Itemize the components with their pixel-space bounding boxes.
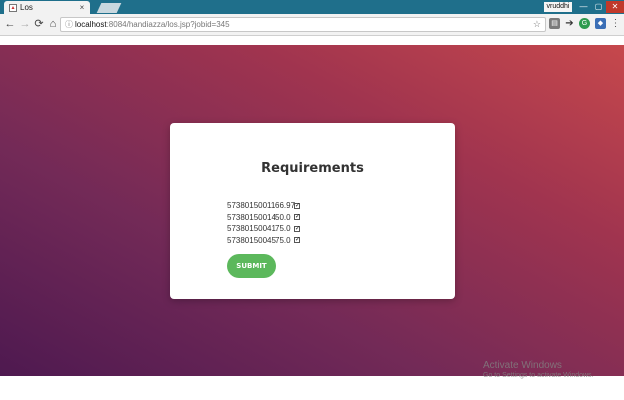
requirement-checkbox[interactable]: ✓ xyxy=(294,237,300,244)
windows-activation-watermark: Activate Windows Go to Settings to activ… xyxy=(483,360,594,379)
url-path: :8084/handiazza/los.jsp?jobid=345 xyxy=(106,20,230,29)
url-host: localhost xyxy=(75,20,107,29)
tab-bar: ▴ Los × vruddhi — ▢ ✕ xyxy=(0,0,624,14)
watermark-subtitle: Go to Settings to activate Windows. xyxy=(483,372,594,379)
requirement-score: 50.0 xyxy=(275,212,291,222)
profile-button[interactable]: vruddhi xyxy=(544,2,572,12)
requirement-checkbox[interactable]: ✓ xyxy=(294,214,300,221)
requirement-score: 75.0 xyxy=(275,224,291,234)
back-button[interactable]: ← xyxy=(3,17,17,31)
home-button[interactable]: ⌂ xyxy=(46,17,60,31)
grammarly-icon[interactable]: G xyxy=(579,18,590,29)
requirement-score: 66.97 xyxy=(275,201,296,211)
page-footer-strip xyxy=(0,376,624,400)
requirement-score: 75.0 xyxy=(275,235,291,245)
requirement-checkbox[interactable]: ✓ xyxy=(294,225,300,232)
requirements-list: 57380150011 66.97 ✓ 57380150014 50.0 ✓ 5… xyxy=(227,200,300,246)
bookmark-star-icon[interactable]: ☆ xyxy=(533,18,541,31)
list-item: 57380150041 75.0 ✓ xyxy=(227,223,300,235)
tab-title: Los xyxy=(20,3,33,12)
browser-tab[interactable]: ▴ Los × xyxy=(4,1,90,14)
requirement-id: 57380150045 xyxy=(227,235,276,245)
new-tab-button[interactable] xyxy=(96,3,122,13)
browser-toolbar: ← → ⟳ ⌂ ⓘ localhost:8084/handiazza/los.j… xyxy=(0,14,624,36)
reload-button[interactable]: ⟳ xyxy=(32,17,46,31)
list-item: 57380150045 75.0 ✓ xyxy=(227,235,300,247)
requirement-id: 57380150041 xyxy=(227,224,276,234)
tab-close-icon[interactable]: × xyxy=(78,3,86,12)
page-favicon-icon: ▴ xyxy=(9,3,17,12)
page-title: Requirements xyxy=(261,161,364,176)
submit-button[interactable]: SUBMIT xyxy=(227,254,276,278)
requirement-id: 57380150014 xyxy=(227,212,276,222)
address-bar[interactable]: ⓘ localhost:8084/handiazza/los.jsp?jobid… xyxy=(60,17,546,32)
extension-icon[interactable]: ▤ xyxy=(549,18,560,29)
list-item: 57380150014 50.0 ✓ xyxy=(227,212,300,224)
requirement-id: 57380150011 xyxy=(227,201,276,211)
shield-icon[interactable]: ◆ xyxy=(595,18,606,29)
menu-icon[interactable]: ⋮ xyxy=(610,18,621,29)
url-text: localhost:8084/handiazza/los.jsp?jobid=3… xyxy=(75,18,230,31)
info-icon[interactable]: ⓘ xyxy=(65,18,73,31)
arrow-icon[interactable]: ➔ xyxy=(564,18,575,29)
minimize-button[interactable]: — xyxy=(576,1,591,13)
close-window-button[interactable]: ✕ xyxy=(606,1,624,13)
watermark-title: Activate Windows xyxy=(483,360,562,371)
requirement-checkbox[interactable]: ✓ xyxy=(294,202,300,209)
maximize-button[interactable]: ▢ xyxy=(591,1,606,13)
list-item: 57380150011 66.97 ✓ xyxy=(227,200,300,212)
page-header-strip xyxy=(0,36,624,45)
forward-button[interactable]: → xyxy=(18,17,32,31)
requirements-card: Requirements 57380150011 66.97 ✓ 5738015… xyxy=(170,123,455,299)
